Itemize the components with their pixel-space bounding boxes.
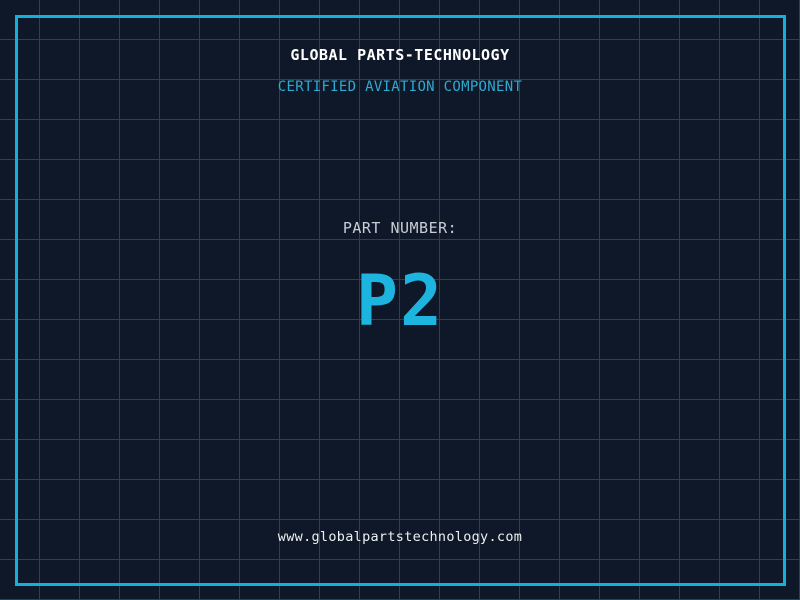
certification-line: CERTIFIED AVIATION COMPONENT [277,79,523,95]
website-url: www.globalpartstechnology.com [277,529,523,545]
certificate-page: GLOBAL PARTS-TECHNOLOGY CERTIFIED AVIATI… [0,0,800,600]
part-number-value: P2 [355,260,445,342]
company-name: GLOBAL PARTS-TECHNOLOGY [290,46,510,64]
part-number-label: PART NUMBER: [342,219,458,237]
